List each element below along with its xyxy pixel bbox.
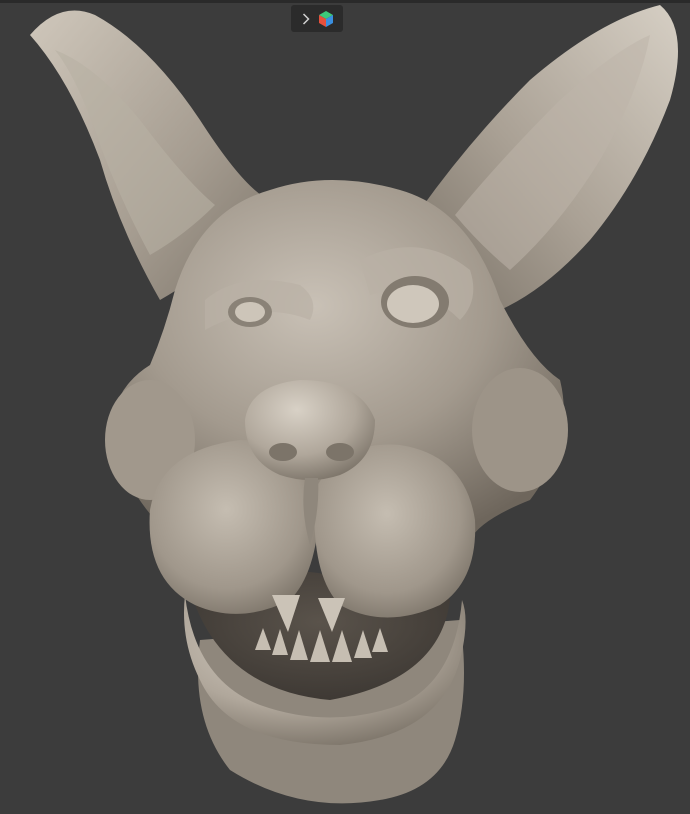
left-eye [235, 302, 265, 322]
right-cheek [472, 368, 568, 492]
expand-button[interactable] [300, 11, 312, 27]
nose [245, 380, 375, 480]
viewport-toolbar [291, 5, 343, 32]
right-nostril [326, 443, 354, 461]
sculpt-model[interactable] [0, 0, 690, 814]
left-nostril [269, 443, 297, 461]
3d-viewport[interactable] [0, 0, 690, 814]
right-eye [387, 285, 439, 323]
app-cube-icon [318, 10, 333, 27]
app-cube-button[interactable] [317, 10, 335, 28]
chevron-right-icon [302, 12, 310, 25]
